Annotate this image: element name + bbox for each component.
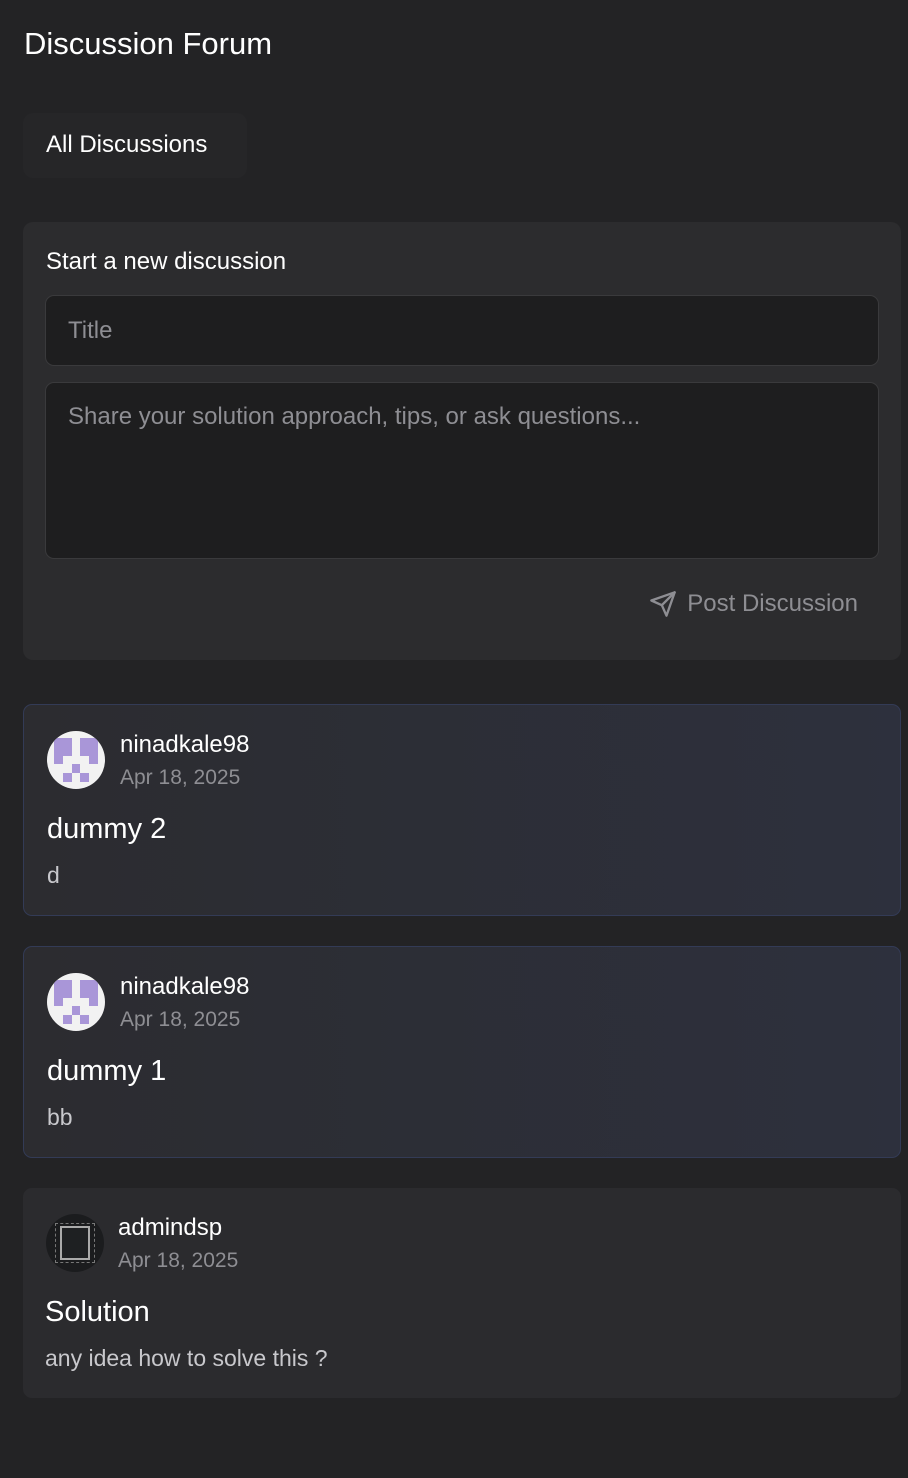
identicon-cell (54, 755, 63, 765)
identicon-cell (72, 989, 81, 998)
discussion-card[interactable]: admindsp Apr 18, 2025 Solution any idea … (23, 1188, 901, 1398)
identicon-cell (54, 738, 63, 747)
post-body: d (47, 862, 60, 888)
identicon-cell (54, 997, 63, 1007)
identicon-cell (80, 738, 90, 747)
identicon-cell (63, 998, 72, 1007)
identicon-cell (89, 764, 98, 773)
identicon-cell (54, 773, 63, 782)
discussion-card[interactable]: ninadkale98 Apr 18, 2025 dummy 2 d (23, 704, 901, 916)
identicon-cell (89, 746, 98, 756)
identicon-cell (63, 1006, 72, 1015)
identicon-cell (89, 755, 98, 765)
default-avatar-inner (60, 1226, 90, 1260)
identicon-cell (54, 1006, 63, 1015)
identicon-cell (54, 980, 63, 989)
identicon-cell (80, 980, 90, 989)
form-heading: Start a new discussion (46, 248, 287, 275)
identicon-cell (72, 747, 81, 756)
post-body: any idea how to solve this ? (45, 1345, 328, 1371)
identicon-cell (72, 998, 81, 1007)
identicon-icon (54, 738, 98, 782)
title-input[interactable] (45, 295, 879, 366)
username[interactable]: admindsp (118, 1214, 222, 1242)
identicon-cell (62, 980, 72, 989)
identicon-cell (72, 1015, 81, 1024)
post-discussion-button[interactable]: Post Discussion (649, 590, 858, 618)
identicon-cell (62, 746, 72, 756)
identicon-cell (72, 773, 81, 782)
identicon-cell (80, 773, 90, 782)
post-title: Solution (45, 1296, 150, 1328)
identicon-cell (80, 988, 90, 998)
identicon-cell (80, 756, 89, 765)
identicon-cell (71, 764, 81, 774)
identicon-cell (89, 988, 98, 998)
post-date: Apr 18, 2025 (118, 1249, 239, 1272)
identicon-cell (72, 738, 81, 747)
body-textarea[interactable] (45, 382, 879, 559)
identicon-cell (89, 1006, 98, 1015)
post-label: Post Discussion (687, 590, 858, 617)
username[interactable]: ninadkale98 (120, 731, 249, 759)
identicon-cell (80, 998, 89, 1007)
identicon-cell (63, 756, 72, 765)
identicon-cell (89, 980, 98, 989)
post-date: Apr 18, 2025 (120, 1008, 241, 1031)
avatar (46, 1214, 104, 1272)
tab-all-discussions[interactable]: All Discussions (23, 113, 247, 178)
identicon-cell (54, 1015, 63, 1024)
username[interactable]: ninadkale98 (120, 973, 249, 1001)
identicon-cell (63, 764, 72, 773)
avatar (47, 973, 105, 1031)
identicon-cell (54, 764, 63, 773)
post-date: Apr 18, 2025 (120, 766, 241, 789)
post-title: dummy 2 (47, 813, 167, 845)
identicon-cell (72, 980, 81, 989)
identicon-cell (54, 988, 63, 998)
send-icon (650, 591, 677, 617)
identicon-icon (54, 980, 98, 1024)
avatar (47, 731, 105, 789)
identicon-cell (80, 764, 89, 773)
identicon-cell (89, 997, 98, 1007)
identicon-cell (80, 1006, 89, 1015)
post-title: dummy 1 (47, 1055, 167, 1087)
identicon-cell (72, 756, 81, 765)
identicon-cell (71, 1006, 81, 1016)
identicon-cell (54, 746, 63, 756)
identicon-cell (80, 746, 90, 756)
identicon-cell (62, 988, 72, 998)
identicon-cell (80, 1015, 90, 1024)
identicon-cell (62, 773, 72, 782)
page-title: Discussion Forum (24, 26, 273, 61)
identicon-cell (89, 738, 98, 747)
identicon-cell (89, 773, 98, 782)
discussion-card[interactable]: ninadkale98 Apr 18, 2025 dummy 1 bb (23, 946, 901, 1158)
identicon-cell (62, 738, 72, 747)
post-body: bb (47, 1104, 73, 1130)
identicon-cell (89, 1015, 98, 1024)
identicon-cell (62, 1015, 72, 1024)
new-discussion-form: Start a new discussion Post Discussion (23, 222, 901, 660)
